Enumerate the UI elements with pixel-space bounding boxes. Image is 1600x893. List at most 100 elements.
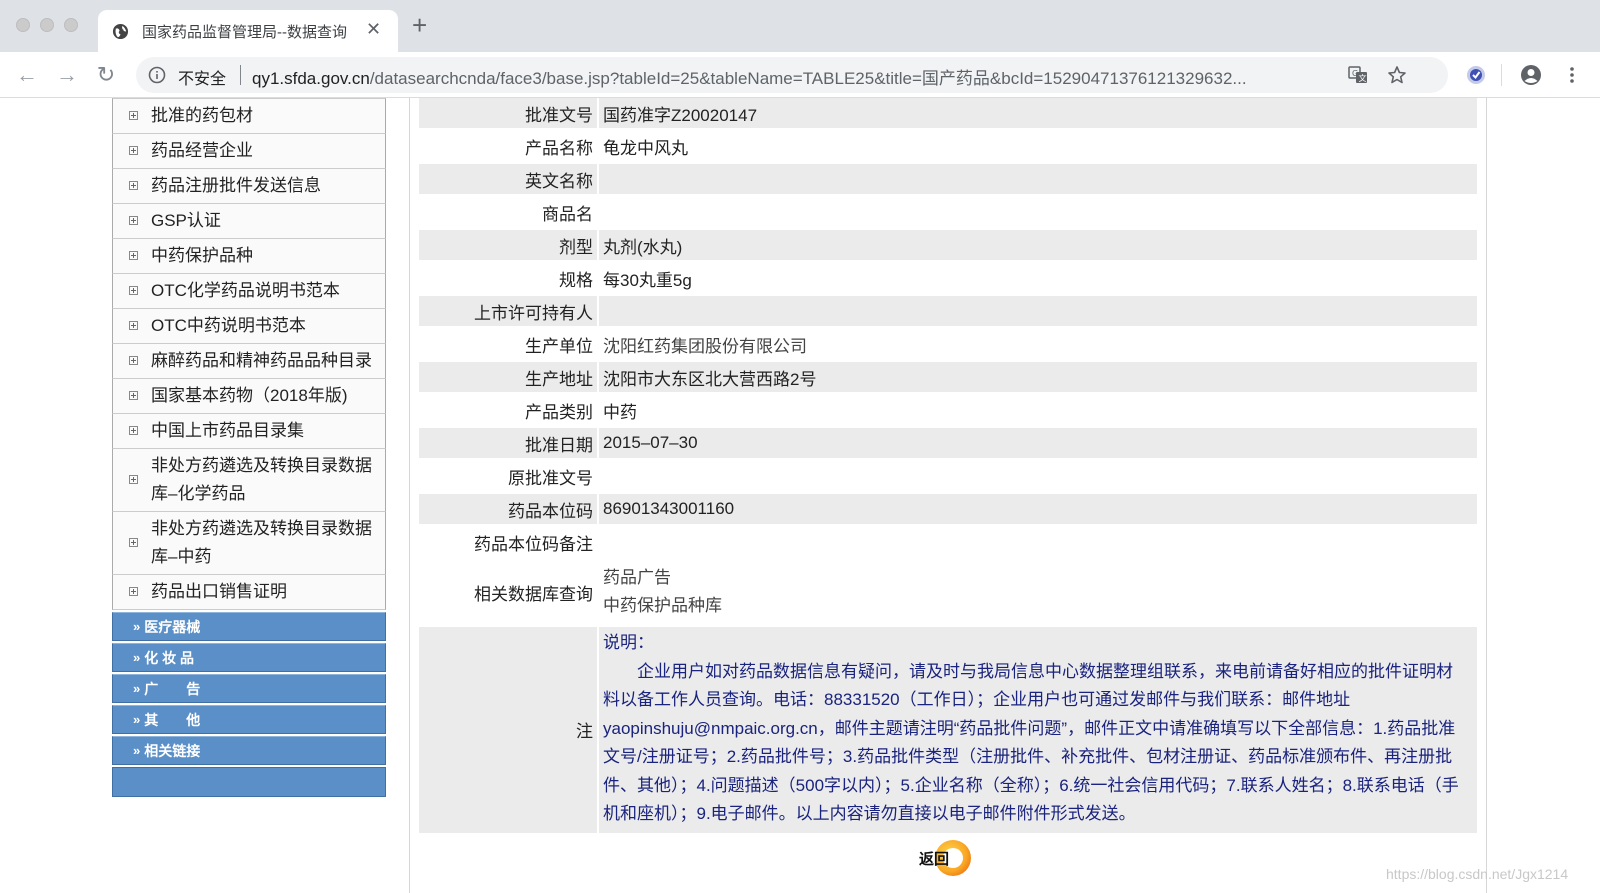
sidebar-item-label: 药品出口销售证明 [151,582,287,601]
sidebar-item-otc-db-chemical[interactable]: 非处方药遴选及转换目录数据库–化学药品 [112,449,386,512]
sidebar-item-gsp[interactable]: GSP认证 [112,204,386,239]
window-zoom-button[interactable] [64,18,78,32]
category-label: 广 告 [144,680,201,697]
browser-tab[interactable]: 国家药品监督管理局--数据查询 ✕ [98,10,398,52]
sidebar-item-label: 中国上市药品目录集 [151,421,304,440]
sidebar-item-packaging[interactable]: 批准的药包材 [112,98,386,134]
sidebar-item-narcotics[interactable]: 麻醉药品和精神药品品种目录 [112,344,386,379]
field-label: 生产单位 [419,329,597,359]
expand-plus-icon [129,251,138,260]
field-label: 生产地址 [419,362,597,392]
double-chevron-icon: » [133,619,141,634]
field-label: 上市许可持有人 [419,296,597,326]
row-approval-date: 批准日期 2015–07–30 [419,428,1477,458]
content-border-left [409,98,410,893]
sidebar-item-registration-dispatch[interactable]: 药品注册批件发送信息 [112,169,386,204]
detail-table: 批准文号 国药准字Z20020147 产品名称 龟龙中风丸 英文名称 商品名 剂型丸… [419,98,1477,833]
note-title: 说明： [603,633,654,652]
sidebar: 批准的药包材 药品经营企业 药品注册批件发送信息 GSP认证 中药保护品种 OT… [112,98,386,797]
sidebar-item-export-cert[interactable]: 药品出口销售证明 [112,575,386,610]
row-drug-code: 药品本位码 86901343001160 [419,494,1477,524]
expand-plus-icon [129,426,138,435]
sidebar-item-tcm-protected[interactable]: 中药保护品种 [112,239,386,274]
sidebar-item-label: 药品注册批件发送信息 [151,176,321,195]
field-label: 产品名称 [419,131,597,161]
category-cosmetics[interactable]: » 化 妆 品 [112,643,386,672]
row-trade-name: 商品名 [419,197,1477,227]
toolbar-divider [1501,64,1502,86]
field-label: 药品本位码备注 [419,527,597,557]
return-button[interactable]: 返回 [913,836,977,880]
sidebar-item-label: 非处方药遴选及转换目录数据库–中药 [151,519,372,566]
svg-text:文: 文 [1359,73,1367,83]
specification: 每30丸重5g [599,263,1477,293]
approval-date: 2015–07–30 [599,428,1477,458]
note-text: 说明： 企业用户如对药品数据信息有疑问，请及时与我局信息中心数据整理组联系，来电前… [599,627,1477,833]
field-label: 原批准文号 [419,461,597,491]
double-chevron-icon: » [133,712,141,727]
field-label: 规格 [419,263,597,293]
field-label: 剂型 [419,230,597,260]
svg-text:G: G [1352,69,1358,78]
return-label: 返回 [919,851,950,868]
sidebar-item-label: 麻醉药品和精神药品品种目录 [151,351,372,370]
watermark: https://blog.csdn.net/Jgx1214 [1386,866,1569,882]
sidebar-item-otc-chemical[interactable]: OTC化学药品说明书范本 [112,274,386,309]
info-icon[interactable] [148,66,166,84]
bookmark-star-icon[interactable] [1387,65,1407,85]
expand-plus-icon [129,391,138,400]
original-approval-number [599,461,1477,491]
expand-plus-icon [129,538,138,547]
category-other[interactable]: » 其 他 [112,705,386,734]
tab-title: 国家药品监督管理局--数据查询 [142,24,347,41]
browser-toolbar: ← → ↻ 不安全 qy1.sfda.gov.cn/datasearchcnda… [0,52,1600,98]
tab-strip: 国家药品监督管理局--数据查询 ✕ + [0,0,1600,52]
dosage-form: 丸剂(水丸) [599,230,1477,260]
globe-icon [112,23,129,40]
menu-kebab-icon[interactable] [1561,64,1583,86]
translate-icon[interactable]: G 文 [1348,65,1368,85]
related-link-tcm-protected[interactable]: 中药保护品种库 [603,592,722,620]
category-label: 医疗器械 [144,618,201,635]
category-advertising[interactable]: » 广 告 [112,674,386,703]
sidebar-item-otc-db-tcm[interactable]: 非处方药遴选及转换目录数据库–中药 [112,512,386,575]
manufacturer-link[interactable]: 沈阳红药集团股份有限公司 [599,329,1477,359]
row-approval-no: 批准文号 国药准字Z20020147 [419,98,1477,128]
back-button[interactable]: ← [14,62,40,88]
reload-button[interactable]: ↻ [93,62,119,88]
sidebar-item-distributors[interactable]: 药品经营企业 [112,134,386,169]
sidebar-item-label: 批准的药包材 [151,106,253,125]
sidebar-item-essential-drugs[interactable]: 国家基本药物（2018年版) [112,379,386,414]
row-drug-code-note: 药品本位码备注 [419,527,1477,557]
divider [240,65,241,85]
category-medical-devices[interactable]: » 医疗器械 [112,612,386,641]
url-text[interactable]: qy1.sfda.gov.cn/datasearchcnda/face3/bas… [252,64,1442,89]
forward-button[interactable]: → [54,62,80,88]
row-related-db: 相关数据库查询 药品广告 中药保护品种库 [419,560,1477,624]
new-tab-button[interactable]: + [412,12,427,38]
category-label: 相关链接 [144,742,201,759]
double-chevron-icon: » [133,743,141,758]
url-host: qy1.sfda.gov.cn [252,69,370,88]
expand-plus-icon [129,146,138,155]
row-orig-approval: 原批准文号 [419,461,1477,491]
window-close-button[interactable] [16,18,30,32]
expand-plus-icon [129,321,138,330]
account-icon[interactable] [1520,64,1542,86]
row-category: 产品类别 中药 [419,395,1477,425]
extension-icon[interactable] [1465,64,1487,86]
sidebar-item-listed-drugs[interactable]: 中国上市药品目录集 [112,414,386,449]
security-label[interactable]: 不安全 [178,65,226,89]
english-name [599,164,1477,194]
window-minimize-button[interactable] [40,18,54,32]
sidebar-item-label: 国家基本药物（2018年版) [151,386,348,405]
expand-plus-icon [129,111,138,120]
related-link-ads[interactable]: 药品广告 [603,564,671,592]
sidebar-item-otc-tcm[interactable]: OTC中药说明书范本 [112,309,386,344]
sidebar-item-label: 药品经营企业 [151,141,253,160]
row-manufacturer: 生产单位 沈阳红药集团股份有限公司 [419,329,1477,359]
tab-close-icon[interactable]: ✕ [366,19,381,39]
category-related-links[interactable]: » 相关链接 [112,736,386,765]
address-bar[interactable]: 不安全 qy1.sfda.gov.cn/datasearchcnda/face3… [136,57,1448,93]
field-label: 产品类别 [419,395,597,425]
